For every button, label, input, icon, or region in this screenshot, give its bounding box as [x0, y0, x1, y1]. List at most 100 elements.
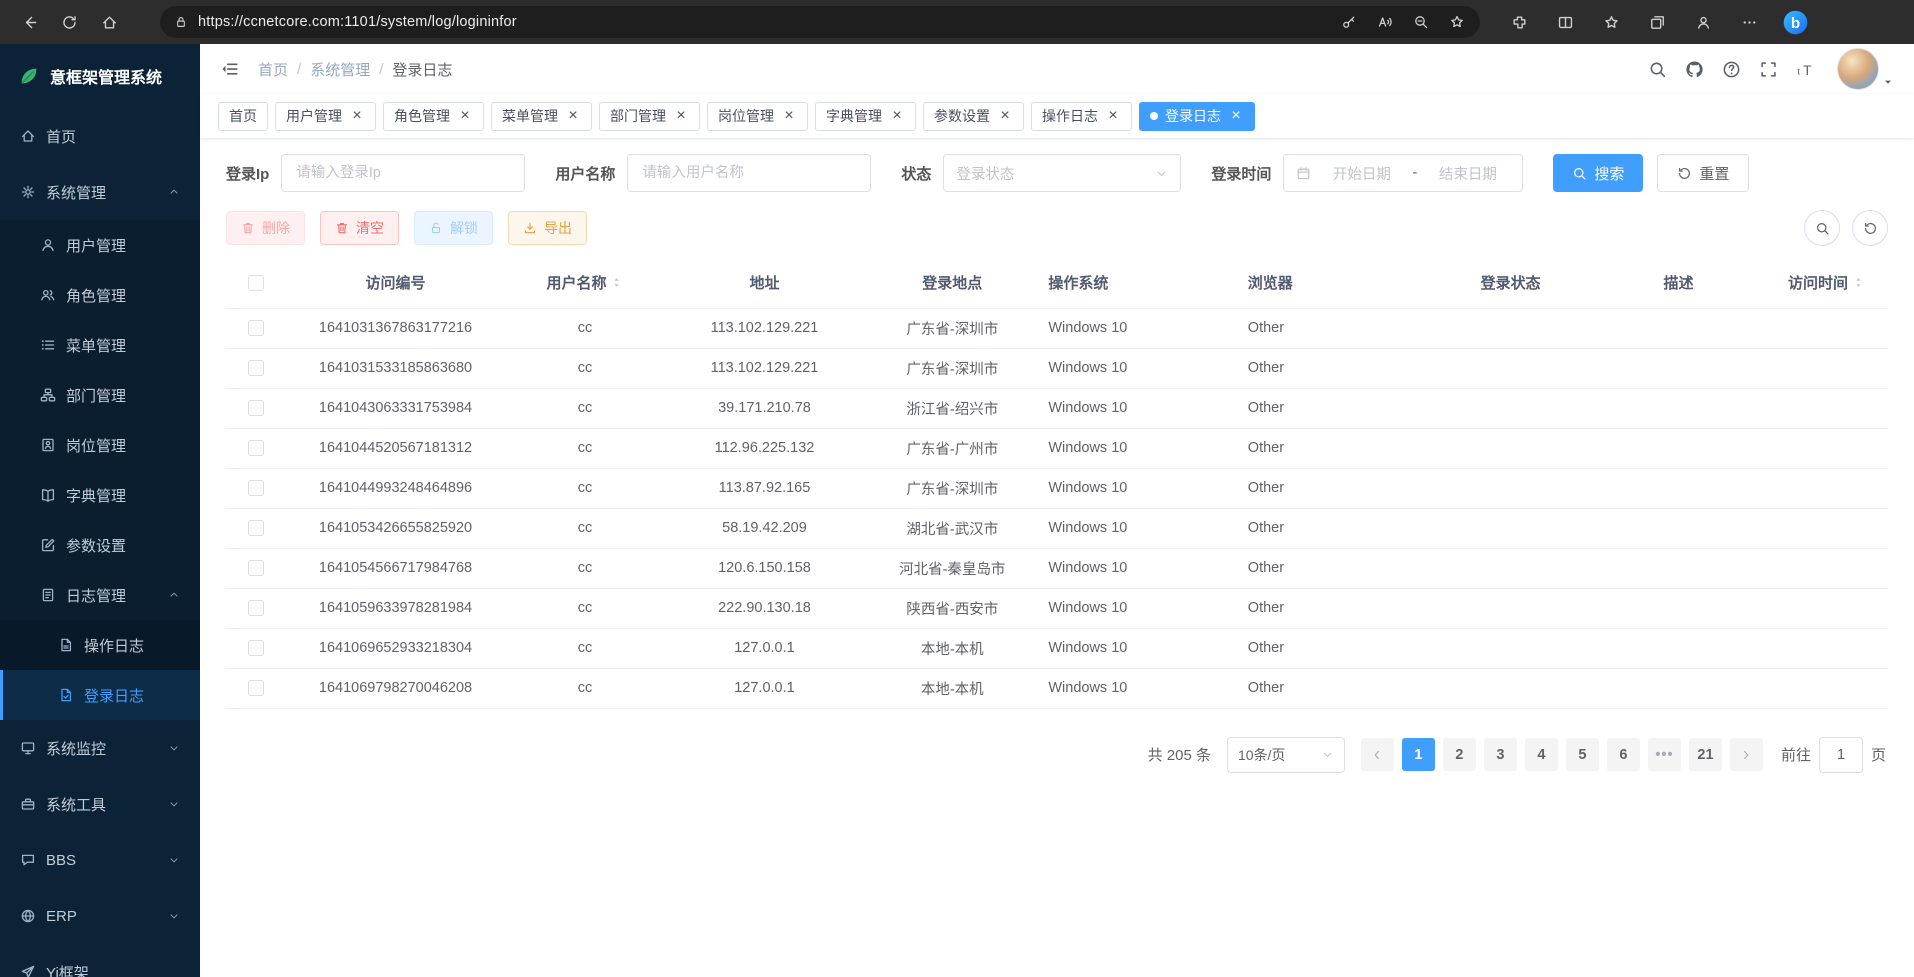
- sidebar-item-user-management[interactable]: 用户管理: [0, 220, 200, 270]
- username-input[interactable]: [627, 154, 871, 192]
- split-screen-icon[interactable]: [1546, 5, 1584, 39]
- tab-post-management[interactable]: 岗位管理×: [707, 102, 808, 131]
- search-icon[interactable]: [1648, 60, 1667, 79]
- back-icon[interactable]: [10, 5, 48, 39]
- row-checkbox[interactable]: [248, 640, 264, 656]
- select-all-checkbox[interactable]: [248, 275, 264, 291]
- page-button-1[interactable]: 1: [1402, 738, 1435, 771]
- tab-login-log[interactable]: 登录日志×: [1139, 102, 1255, 131]
- row-checkbox[interactable]: [248, 560, 264, 576]
- date-start-placeholder[interactable]: 开始日期: [1319, 163, 1404, 184]
- page-size-select[interactable]: 10条/页: [1227, 737, 1345, 773]
- key-icon[interactable]: [1332, 8, 1366, 36]
- status-select[interactable]: 登录状态: [943, 154, 1181, 192]
- question-icon[interactable]: [1722, 60, 1741, 79]
- bing-icon[interactable]: b: [1776, 5, 1814, 39]
- row-checkbox[interactable]: [248, 480, 264, 496]
- search-button[interactable]: 搜索: [1553, 154, 1643, 192]
- breadcrumb-item[interactable]: 首页: [258, 59, 288, 80]
- extensions-icon[interactable]: [1500, 5, 1538, 39]
- tab-parameter-settings[interactable]: 参数设置×: [923, 102, 1024, 131]
- user-menu[interactable]: [1837, 48, 1894, 90]
- sidebar-item-post-management[interactable]: 岗位管理: [0, 420, 200, 470]
- sidebar-item-parameter-settings[interactable]: 参数设置: [0, 520, 200, 570]
- refresh-button[interactable]: [1852, 210, 1888, 246]
- favorites-add-icon[interactable]: [1440, 8, 1474, 36]
- tab-user-management[interactable]: 用户管理×: [275, 102, 376, 131]
- row-checkbox[interactable]: [248, 440, 264, 456]
- sidebar-item-menu-management[interactable]: 菜单管理: [0, 320, 200, 370]
- export-button[interactable]: 导出: [508, 211, 587, 245]
- login-time-range-picker[interactable]: 开始日期 - 结束日期: [1283, 154, 1523, 192]
- close-icon[interactable]: ×: [457, 108, 473, 124]
- sidebar-item-role-management[interactable]: 角色管理: [0, 270, 200, 320]
- sort-icon[interactable]: [610, 276, 623, 289]
- page-button-5[interactable]: 5: [1566, 738, 1599, 771]
- sidebar-item-yi-framework[interactable]: Yi框架: [0, 944, 200, 977]
- menu-fold-icon[interactable]: [220, 59, 240, 79]
- reset-button[interactable]: 重置: [1657, 154, 1749, 192]
- address-bar[interactable]: https://ccnetcore.com:1101/system/log/lo…: [160, 6, 1480, 38]
- row-checkbox[interactable]: [248, 680, 264, 696]
- sidebar-item-operation-log[interactable]: 操作日志: [0, 620, 200, 670]
- close-icon[interactable]: ×: [781, 108, 797, 124]
- column-header-2[interactable]: 用户名称: [505, 258, 665, 308]
- tab-home[interactable]: 首页: [218, 102, 268, 131]
- goto-page-input[interactable]: [1819, 737, 1863, 773]
- row-checkbox[interactable]: [248, 320, 264, 336]
- profile-icon[interactable]: [1684, 5, 1722, 39]
- home-icon[interactable]: [90, 5, 128, 39]
- close-icon[interactable]: ×: [1228, 108, 1244, 124]
- close-icon[interactable]: ×: [1105, 108, 1121, 124]
- row-checkbox[interactable]: [248, 360, 264, 376]
- sidebar-item-login-log[interactable]: 登录日志: [0, 670, 200, 720]
- more-pages-button[interactable]: •••: [1648, 738, 1681, 771]
- breadcrumb-item[interactable]: 系统管理: [310, 59, 370, 80]
- favorites-icon[interactable]: [1592, 5, 1630, 39]
- page-button-2[interactable]: 2: [1443, 738, 1476, 771]
- reload-icon[interactable]: [50, 5, 88, 39]
- row-checkbox[interactable]: [248, 400, 264, 416]
- unlock-button[interactable]: 解锁: [414, 211, 493, 245]
- tab-dictionary-management[interactable]: 字典管理×: [815, 102, 916, 131]
- delete-button[interactable]: 删除: [226, 211, 305, 245]
- search-button[interactable]: [1804, 210, 1840, 246]
- page-button-6[interactable]: 6: [1607, 738, 1640, 771]
- page-button-21[interactable]: 21: [1689, 738, 1722, 771]
- tab-operation-log[interactable]: 操作日志×: [1031, 102, 1132, 131]
- sidebar-item-system-monitoring[interactable]: 系统监控: [0, 720, 200, 776]
- collections-icon[interactable]: [1638, 5, 1676, 39]
- close-icon[interactable]: ×: [565, 108, 581, 124]
- row-checkbox[interactable]: [248, 600, 264, 616]
- page-button-3[interactable]: 3: [1484, 738, 1517, 771]
- close-icon[interactable]: ×: [889, 108, 905, 124]
- fullscreen-icon[interactable]: [1759, 60, 1778, 79]
- column-header-9[interactable]: 访问时间: [1765, 258, 1888, 308]
- date-end-placeholder[interactable]: 结束日期: [1425, 163, 1510, 184]
- row-checkbox[interactable]: [248, 520, 264, 536]
- ellipsis-icon[interactable]: [1730, 5, 1768, 39]
- font-size-icon[interactable]: tT: [1796, 60, 1815, 79]
- next-page-button[interactable]: [1730, 738, 1763, 771]
- zoom-out-icon[interactable]: [1404, 8, 1438, 36]
- page-button-4[interactable]: 4: [1525, 738, 1558, 771]
- read-aloud-icon[interactable]: [1368, 8, 1402, 36]
- sidebar-item-department-management[interactable]: 部门管理: [0, 370, 200, 420]
- clear-button[interactable]: 清空: [320, 211, 399, 245]
- sort-icon[interactable]: [1852, 276, 1865, 289]
- sidebar-item-dictionary-management[interactable]: 字典管理: [0, 470, 200, 520]
- prev-page-button[interactable]: [1361, 738, 1394, 771]
- close-icon[interactable]: ×: [997, 108, 1013, 124]
- sidebar-item-system-management[interactable]: 系统管理: [0, 164, 200, 220]
- tab-menu-management[interactable]: 菜单管理×: [491, 102, 592, 131]
- tab-department-management[interactable]: 部门管理×: [599, 102, 700, 131]
- sidebar-item-bbs[interactable]: BBS: [0, 832, 200, 888]
- sidebar-item-erp[interactable]: ERP: [0, 888, 200, 944]
- login-ip-input[interactable]: [281, 154, 525, 192]
- url-text[interactable]: https://ccnetcore.com:1101/system/log/lo…: [198, 14, 1322, 30]
- tab-role-management[interactable]: 角色管理×: [383, 102, 484, 131]
- close-icon[interactable]: ×: [349, 108, 365, 124]
- github-icon[interactable]: [1685, 60, 1704, 79]
- sidebar-item-log-management[interactable]: 日志管理: [0, 570, 200, 620]
- close-icon[interactable]: ×: [673, 108, 689, 124]
